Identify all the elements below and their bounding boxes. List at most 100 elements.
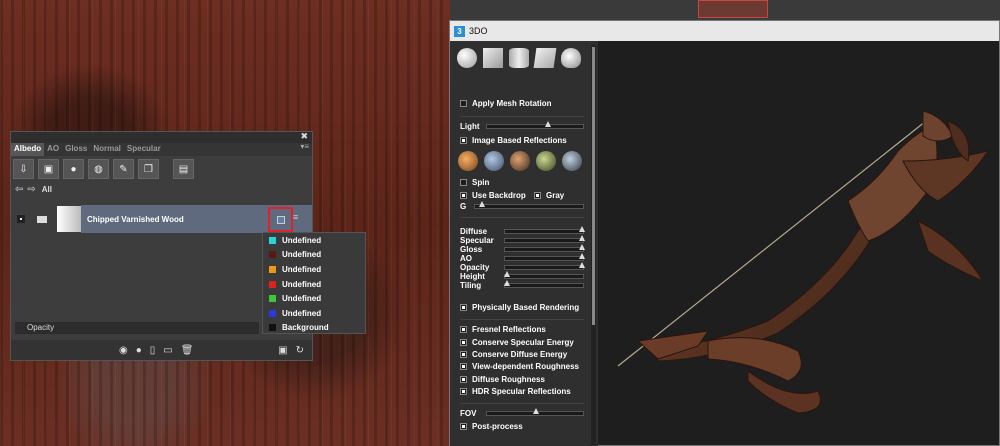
dropdown-item[interactable]: Undefined <box>263 233 365 248</box>
env-preset-1[interactable] <box>458 151 478 171</box>
light-slider[interactable] <box>486 121 584 129</box>
fov-label: FOV <box>460 409 477 418</box>
checkbox[interactable] <box>460 179 467 186</box>
sphere-preview-icon[interactable]: ◉ <box>119 345 128 356</box>
color-id-button[interactable] <box>268 207 293 232</box>
texture-tabs: Albedo AO Gloss Normal Specular ▾≡ <box>11 142 312 156</box>
opacity-label: Opacity <box>27 323 55 332</box>
upper-fin <box>917 220 985 283</box>
texture-panel-titlebar: ✖ <box>11 131 312 143</box>
ibl-option[interactable]: Image Based Reflections <box>460 136 567 145</box>
specular-slider[interactable] <box>504 235 585 243</box>
dropdown-item[interactable]: Undefined <box>263 277 365 292</box>
selected-thumbnail[interactable] <box>698 0 768 18</box>
ao-slider[interactable] <box>504 253 585 261</box>
group-icon[interactable]: ▤ <box>173 159 194 179</box>
opacity-slider[interactable]: Opacity <box>15 322 259 334</box>
opacity-label: Opacity <box>460 263 490 272</box>
checkbox[interactable] <box>534 192 541 199</box>
tab-albedo[interactable]: Albedo <box>11 143 45 156</box>
cylinder-mesh-icon[interactable] <box>509 48 529 68</box>
g-slider[interactable] <box>474 201 584 209</box>
scrollbar-thumb[interactable] <box>592 47 595 325</box>
opacity-slider[interactable] <box>504 262 585 270</box>
tab-normal[interactable]: Normal <box>90 143 124 156</box>
conserve-diffuse-option[interactable]: Conserve Diffuse Energy <box>460 350 567 359</box>
checkbox[interactable] <box>460 363 467 370</box>
checkbox[interactable] <box>460 304 467 311</box>
tab-ao[interactable]: AO <box>44 143 62 156</box>
sphere-mesh-icon[interactable] <box>457 48 477 68</box>
gloss-slider[interactable] <box>504 244 585 252</box>
save-icon[interactable]: ▣ <box>278 345 287 356</box>
hdr-specular-option[interactable]: HDR Specular Reflections <box>460 387 571 396</box>
spin-option[interactable]: Spin <box>460 178 489 187</box>
fresnel-option[interactable]: Fresnel Reflections <box>460 325 546 334</box>
breadcrumb-all[interactable]: All <box>42 185 52 194</box>
use-backdrop-option[interactable]: Use Backdrop <box>460 191 526 200</box>
import-icon[interactable]: ⇩ <box>13 159 34 179</box>
checkbox[interactable] <box>460 137 467 144</box>
panel-menu-icon[interactable]: ▾≡ <box>300 142 309 151</box>
diffuse-roughness-option[interactable]: Diffuse Roughness <box>460 375 545 384</box>
checkbox[interactable] <box>460 351 467 358</box>
color-id-dropdown: Undefined Undefined Undefined Undefined … <box>262 232 366 334</box>
tab-gloss[interactable]: Gloss <box>62 143 90 156</box>
env-preset-3[interactable] <box>510 151 530 171</box>
duplicate-icon[interactable]: ❐ <box>138 159 159 179</box>
checkbox[interactable] <box>460 376 467 383</box>
add-mask-icon[interactable]: ◍ <box>88 159 109 179</box>
pbr-option[interactable]: Physically Based Rendering <box>460 303 579 312</box>
swatch-green <box>269 295 276 303</box>
view-dependent-roughness-option[interactable]: View-dependent Roughness <box>460 362 579 371</box>
forward-arrow-icon[interactable]: ⇨ <box>27 184 35 195</box>
checkbox[interactable] <box>460 100 467 107</box>
slider-knob[interactable] <box>545 121 551 127</box>
3do-titlebar: 3 3DO <box>450 21 999 41</box>
slider-knob[interactable] <box>479 201 485 207</box>
material-row[interactable]: Chipped Varnished Wood <box>11 205 312 233</box>
lower-blade <box>707 337 802 382</box>
material-name-label: Chipped Varnished Wood <box>87 214 184 224</box>
new-layer-icon[interactable]: ▣ <box>38 159 59 179</box>
teapot-mesh-icon[interactable] <box>561 48 581 68</box>
post-process-option[interactable]: Post-process <box>460 422 523 431</box>
height-slider[interactable] <box>504 271 584 279</box>
env-preset-5[interactable] <box>562 151 582 171</box>
fov-slider[interactable] <box>486 408 584 416</box>
bow-model-render <box>617 110 990 414</box>
dropdown-item[interactable]: Undefined <box>263 291 365 306</box>
visibility-checkbox[interactable] <box>17 215 25 223</box>
folder-icon[interactable]: ▭ <box>163 345 172 356</box>
conserve-specular-option[interactable]: Conserve Specular Energy <box>460 338 574 347</box>
gray-option[interactable]: Gray <box>534 191 564 200</box>
3d-viewport[interactable] <box>598 41 999 445</box>
checkbox[interactable] <box>460 339 467 346</box>
dropdown-item[interactable]: Undefined <box>263 262 365 277</box>
checkbox[interactable] <box>460 388 467 395</box>
checkbox[interactable] <box>460 192 467 199</box>
dropdown-item[interactable]: Background <box>263 321 365 336</box>
gloss-label: Gloss <box>460 245 483 254</box>
back-arrow-icon[interactable]: ⇦ <box>15 184 23 195</box>
tab-specular[interactable]: Specular <box>124 143 164 156</box>
checkbox[interactable] <box>460 423 467 430</box>
trash-icon[interactable]: 🗑 <box>181 345 194 356</box>
circle-icon[interactable]: ● <box>136 345 142 356</box>
plane-mesh-icon[interactable] <box>533 48 557 68</box>
refresh-icon[interactable]: ↻ <box>296 345 304 356</box>
apply-mesh-rotation-option[interactable]: Apply Mesh Rotation <box>460 99 552 108</box>
cube-mesh-icon[interactable] <box>483 48 503 68</box>
env-preset-4[interactable] <box>536 151 556 171</box>
env-preset-2[interactable] <box>484 151 504 171</box>
close-icon[interactable]: ✖ <box>300 131 308 142</box>
brush-icon[interactable]: ✎ <box>113 159 134 179</box>
add-material-icon[interactable]: ● <box>63 159 84 179</box>
diffuse-slider[interactable] <box>504 226 585 234</box>
document-icon[interactable]: ▯ <box>150 345 156 356</box>
row-menu-icon[interactable]: ≡ <box>293 212 298 222</box>
dropdown-item[interactable]: Undefined <box>263 306 365 321</box>
checkbox[interactable] <box>460 326 467 333</box>
dropdown-item[interactable]: Undefined <box>263 248 365 263</box>
tiling-slider[interactable] <box>504 280 584 288</box>
